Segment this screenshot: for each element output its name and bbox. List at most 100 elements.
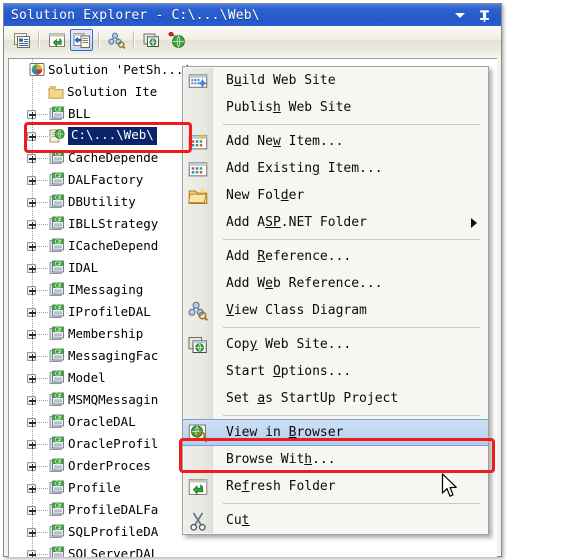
csharp-project-icon: C# xyxy=(49,502,64,516)
tree-expander-icon[interactable] xyxy=(27,395,36,405)
refresh-button[interactable] xyxy=(45,29,68,51)
menu-item-add-new-item[interactable]: Add New Item... xyxy=(183,128,488,155)
menu-item-refresh-folder[interactable]: Refresh Folder xyxy=(183,473,488,500)
tree-connector-dots xyxy=(37,443,48,445)
svg-text:C#: C# xyxy=(55,262,62,268)
tree-expander-icon[interactable] xyxy=(27,197,36,207)
csharp-project-icon: C# xyxy=(49,106,64,120)
tree-item-label: OracleProfil xyxy=(68,435,159,451)
tree-connector-dots xyxy=(37,487,48,489)
csharp-project-icon: C# xyxy=(49,546,64,557)
tree-connector-dots xyxy=(37,113,48,115)
tree-item-label: MessagingFac xyxy=(68,347,159,363)
tree-expander-icon[interactable] xyxy=(27,109,36,119)
tree-connector-dots xyxy=(37,223,48,225)
window-titlebar: Solution Explorer - C:\...\Web\ xyxy=(4,4,501,27)
menu-item-browse-with[interactable]: Browse With... xyxy=(183,446,488,473)
tree-expander-icon[interactable] xyxy=(27,417,36,427)
menu-item-copy-web-site[interactable]: Copy Web Site... xyxy=(183,331,488,358)
menu-separator xyxy=(223,124,480,125)
context-menu[interactable]: Build Web Site Publish Web Site Add New It… xyxy=(182,66,489,535)
menu-item-add-web-reference[interactable]: Add Web Reference... xyxy=(183,270,488,297)
tree-item-label: DBUtility xyxy=(68,193,136,209)
menu-item-label: Cut xyxy=(226,513,250,528)
toolbar-separator xyxy=(98,31,100,49)
asp-config-icon xyxy=(167,31,185,48)
copy-web-site-button[interactable] xyxy=(140,29,163,51)
tree-item-label: MSMQMessagin xyxy=(68,391,159,407)
tree-item[interactable]: C# SQLServerDAL xyxy=(9,543,497,557)
tree-item-label: Solution Ite xyxy=(67,83,158,99)
csharp-project-icon: C# xyxy=(49,194,64,208)
svg-text:C#: C# xyxy=(55,526,62,532)
svg-text:C#: C# xyxy=(55,460,62,466)
tree-item-label: ICacheDepend xyxy=(68,237,159,253)
tree-item-label: DALFactory xyxy=(68,171,144,187)
view-class-diagram-button[interactable] xyxy=(105,29,128,51)
tree-connector-dots xyxy=(37,289,48,291)
menu-separator xyxy=(223,415,480,416)
tree-expander-icon[interactable] xyxy=(27,131,36,141)
tree-item-label: OracleDAL xyxy=(68,413,136,429)
tree-expander-icon[interactable] xyxy=(27,351,36,361)
tree-expander-icon[interactable] xyxy=(27,263,36,273)
menu-item-build-web-site[interactable]: Build Web Site xyxy=(183,67,488,94)
cut-icon xyxy=(190,512,206,531)
tree-expander-icon[interactable] xyxy=(27,549,36,557)
menu-item-set-as-startup-project[interactable]: Set as StartUp Project xyxy=(183,385,488,412)
add-new-item-icon xyxy=(188,133,208,149)
tree-connector-dots xyxy=(37,531,48,533)
csharp-project-icon: C# xyxy=(49,304,64,318)
csharp-project-icon: C# xyxy=(49,216,64,230)
csharp-project-icon: C# xyxy=(49,172,64,186)
tree-expander-icon[interactable] xyxy=(27,285,36,295)
csharp-project-icon: C# xyxy=(49,458,64,472)
auto-hide-pin-button[interactable] xyxy=(477,8,492,23)
tree-expander-icon[interactable] xyxy=(27,219,36,229)
show-all-files-button[interactable] xyxy=(70,29,93,51)
svg-text:C#: C# xyxy=(55,350,62,356)
tree-connector-dots xyxy=(37,311,48,313)
menu-item-view-class-diagram[interactable]: View Class Diagram xyxy=(183,297,488,324)
asp-net-configuration-button[interactable] xyxy=(165,29,188,51)
tree-expander-icon[interactable] xyxy=(27,175,36,185)
tree-expander-icon[interactable] xyxy=(27,439,36,449)
tree-expander-icon[interactable] xyxy=(27,373,36,383)
solution-items-folder-icon xyxy=(48,86,64,99)
tree-item-label: SQLProfileDA xyxy=(68,523,159,539)
properties-button[interactable] xyxy=(10,29,33,51)
menu-item-label: Copy Web Site... xyxy=(226,337,352,352)
menu-item-add-existing-item[interactable]: Add Existing Item... xyxy=(183,155,488,182)
svg-text:C#: C# xyxy=(55,438,62,444)
titlebar-buttons xyxy=(453,8,501,23)
svg-text:C#: C# xyxy=(55,108,62,114)
menu-item-cut[interactable]: Cut xyxy=(183,507,488,534)
menu-item-start-options[interactable]: Start Options... xyxy=(183,358,488,385)
svg-text:C#: C# xyxy=(55,482,62,488)
tree-expander-icon[interactable] xyxy=(27,505,36,515)
tree-expander-icon[interactable] xyxy=(27,329,36,339)
tree-connector-dots xyxy=(37,421,48,423)
menu-item-label: Add ASP.NET Folder xyxy=(226,215,367,230)
svg-text:C#: C# xyxy=(55,306,62,312)
tree-item-label: Model xyxy=(68,369,106,385)
menu-item-add-reference[interactable]: Add Reference... xyxy=(183,243,488,270)
menu-item-new-folder[interactable]: New Folder xyxy=(183,182,488,209)
menu-item-add-asp-net-folder[interactable]: Add ASP.NET Folder xyxy=(183,209,488,236)
tree-connector-dots xyxy=(37,465,48,467)
new-folder-icon xyxy=(188,186,208,204)
tree-expander-icon[interactable] xyxy=(27,461,36,471)
tree-item-label: IBLLStrategy xyxy=(68,215,159,231)
tree-expander-icon[interactable] xyxy=(27,527,36,537)
menu-item-publish-web-site[interactable]: Publish Web Site xyxy=(183,94,488,121)
menu-item-view-in-browser[interactable]: View in Browser xyxy=(183,419,488,446)
window-dropdown-button[interactable] xyxy=(453,8,468,23)
tree-expander-icon[interactable] xyxy=(27,241,36,251)
tree-expander-icon[interactable] xyxy=(27,153,36,163)
tree-item-label: Solution 'PetSh...' xyxy=(48,61,191,77)
menu-item-label: Add Existing Item... xyxy=(226,161,383,176)
tree-expander-icon[interactable] xyxy=(27,307,36,317)
tree-expander-icon[interactable] xyxy=(27,483,36,493)
svg-text:C#: C# xyxy=(55,548,62,554)
svg-text:C#: C# xyxy=(55,504,62,510)
